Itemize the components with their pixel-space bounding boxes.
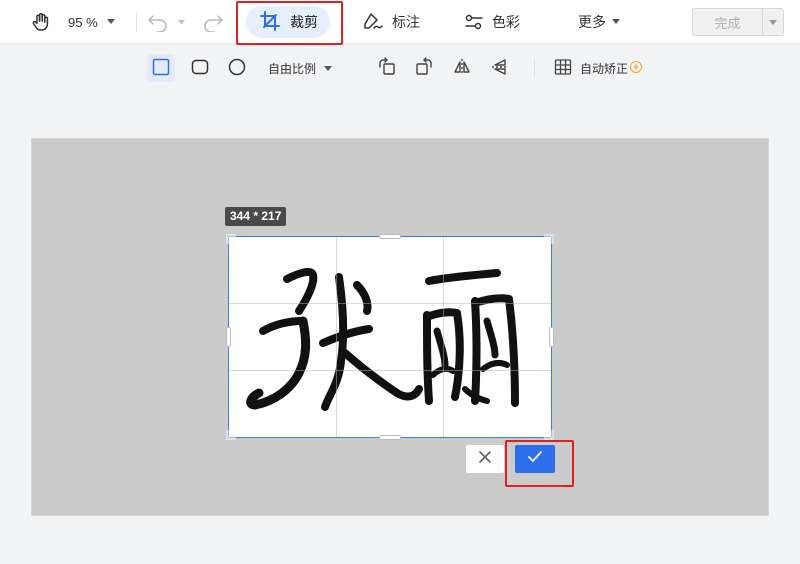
hand-icon <box>30 11 52 33</box>
top-toolbar: 95 % 裁剪 标注 色彩 更多 完成 <box>0 0 800 45</box>
caret-down-icon <box>178 19 185 25</box>
undo-history-dropdown[interactable] <box>178 0 185 44</box>
crop-edge-handle-left[interactable] <box>226 327 231 347</box>
more-menu-button[interactable]: 更多 <box>578 0 620 44</box>
check-icon <box>527 450 543 469</box>
more-menu-label: 更多 <box>578 14 606 30</box>
crop-corner-handle-bottom-left[interactable] <box>226 430 236 440</box>
crop-size-label: 344 * 217 <box>225 207 287 226</box>
rounded-square-icon <box>191 58 209 79</box>
redo-button[interactable] <box>202 0 224 44</box>
rotate-right-button[interactable] <box>411 54 437 82</box>
aspect-ratio-dropdown[interactable]: 自由比例 <box>268 54 340 82</box>
crop-icon <box>260 10 280 34</box>
cancel-crop-button[interactable] <box>466 445 504 473</box>
flip-horizontal-icon <box>452 57 472 80</box>
crop-grid-line <box>443 237 444 437</box>
done-button-group: 完成 <box>692 8 784 36</box>
crop-edge-handle-right[interactable] <box>549 327 554 347</box>
crop-tool-button[interactable]: 裁剪 <box>246 6 330 38</box>
caret-down-icon <box>769 13 777 31</box>
crop-tool-label: 裁剪 <box>290 14 318 30</box>
done-button[interactable]: 完成 <box>693 9 763 35</box>
subtoolbar-divider <box>534 58 535 78</box>
auto-correct-button[interactable]: 自动矫正 <box>554 54 646 82</box>
color-tool-label: 色彩 <box>492 14 520 30</box>
crop-corner-handle-top-right[interactable] <box>544 234 554 244</box>
aspect-ratio-label: 自由比例 <box>268 61 317 76</box>
crop-selection[interactable] <box>228 236 552 438</box>
rotate-right-icon <box>414 56 434 80</box>
crop-edge-handle-bottom[interactable] <box>379 435 401 440</box>
zoom-dropdown-button[interactable] <box>107 0 115 44</box>
crop-corner-handle-top-left[interactable] <box>226 234 236 244</box>
rect-crop-shape-button[interactable] <box>147 54 175 82</box>
grid-correct-icon <box>554 58 572 79</box>
toolbar-divider <box>136 12 137 32</box>
signature-image <box>246 268 519 411</box>
flip-vertical-button[interactable] <box>487 54 513 82</box>
flip-vertical-icon <box>490 57 510 80</box>
done-dropdown-button[interactable] <box>763 9 783 35</box>
crop-edge-handle-top[interactable] <box>379 234 401 239</box>
lightning-badge-icon <box>630 60 643 76</box>
undo-icon <box>147 12 169 32</box>
crop-corner-handle-bottom-right[interactable] <box>544 430 554 440</box>
rotate-left-button[interactable] <box>374 54 400 82</box>
redo-icon <box>202 12 224 32</box>
rotate-left-icon <box>377 56 397 80</box>
caret-down-icon <box>324 61 333 75</box>
flip-horizontal-button[interactable] <box>449 54 475 82</box>
circle-crop-shape-button[interactable] <box>223 54 251 82</box>
sliders-icon <box>464 12 484 32</box>
annotate-tool-label: 标注 <box>392 14 420 30</box>
close-icon <box>478 450 492 469</box>
annotate-tool-button[interactable]: 标注 <box>362 0 420 44</box>
rounded-rect-crop-shape-button[interactable] <box>186 54 214 82</box>
zoom-level[interactable]: 95 % <box>68 0 98 44</box>
caret-down-icon <box>612 19 620 25</box>
circle-icon <box>228 58 246 79</box>
hand-tool-button[interactable] <box>30 0 52 44</box>
crop-grid-line <box>336 237 337 437</box>
crop-grid-line <box>229 303 551 304</box>
caret-down-icon <box>107 19 115 25</box>
color-tool-button[interactable]: 色彩 <box>464 0 520 44</box>
confirm-crop-button[interactable] <box>515 445 555 473</box>
square-icon <box>152 58 170 79</box>
eraser-pen-icon <box>362 12 384 32</box>
auto-correct-label: 自动矫正 <box>580 61 629 76</box>
crop-grid-line <box>229 370 551 371</box>
undo-button[interactable] <box>147 0 169 44</box>
